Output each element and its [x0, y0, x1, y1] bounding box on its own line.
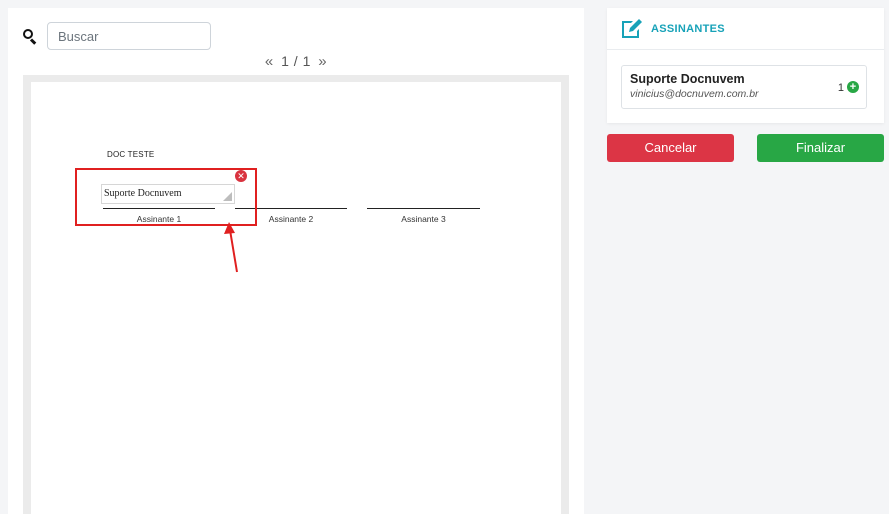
signer-count: 1 [837, 82, 844, 94]
arrow-annotation-icon [224, 222, 238, 273]
finish-button[interactable]: Finalizar [757, 134, 884, 162]
next-page-button[interactable]: » [315, 53, 330, 70]
document-viewer[interactable]: DOC TESTE Assinante 1 Assinante 2 Assina… [23, 75, 569, 514]
signer-email: vinicius@docnuvem.com.br [630, 88, 759, 100]
search-icon [23, 29, 37, 45]
search-bar [23, 22, 211, 50]
document-page[interactable]: DOC TESTE Assinante 1 Assinante 2 Assina… [31, 82, 561, 514]
search-input[interactable] [47, 22, 211, 50]
signature-line-3 [367, 208, 480, 209]
highlight-annotation [75, 168, 257, 226]
signers-title: ASSINANTES [651, 22, 725, 35]
signers-header: ASSINANTES [607, 8, 884, 50]
prev-page-button[interactable]: « [262, 53, 277, 70]
signature-pen-icon [622, 18, 642, 38]
signers-card: ASSINANTES Suporte Docnuvem vinicius@doc… [607, 8, 884, 123]
document-title: DOC TESTE [107, 150, 155, 159]
page-indicator: 1 / 1 [281, 53, 311, 69]
signature-label-3: Assinante 3 [401, 214, 446, 224]
signer-item[interactable]: Suporte Docnuvem vinicius@docnuvem.com.b… [621, 65, 867, 109]
cancel-button[interactable]: Cancelar [607, 134, 734, 162]
document-panel: « 1 / 1 » DOC TESTE Assinante 1 Assinant… [8, 8, 584, 514]
add-signature-icon[interactable]: + [847, 81, 859, 93]
pager: « 1 / 1 » [8, 53, 584, 70]
signer-name: Suporte Docnuvem [630, 72, 745, 86]
